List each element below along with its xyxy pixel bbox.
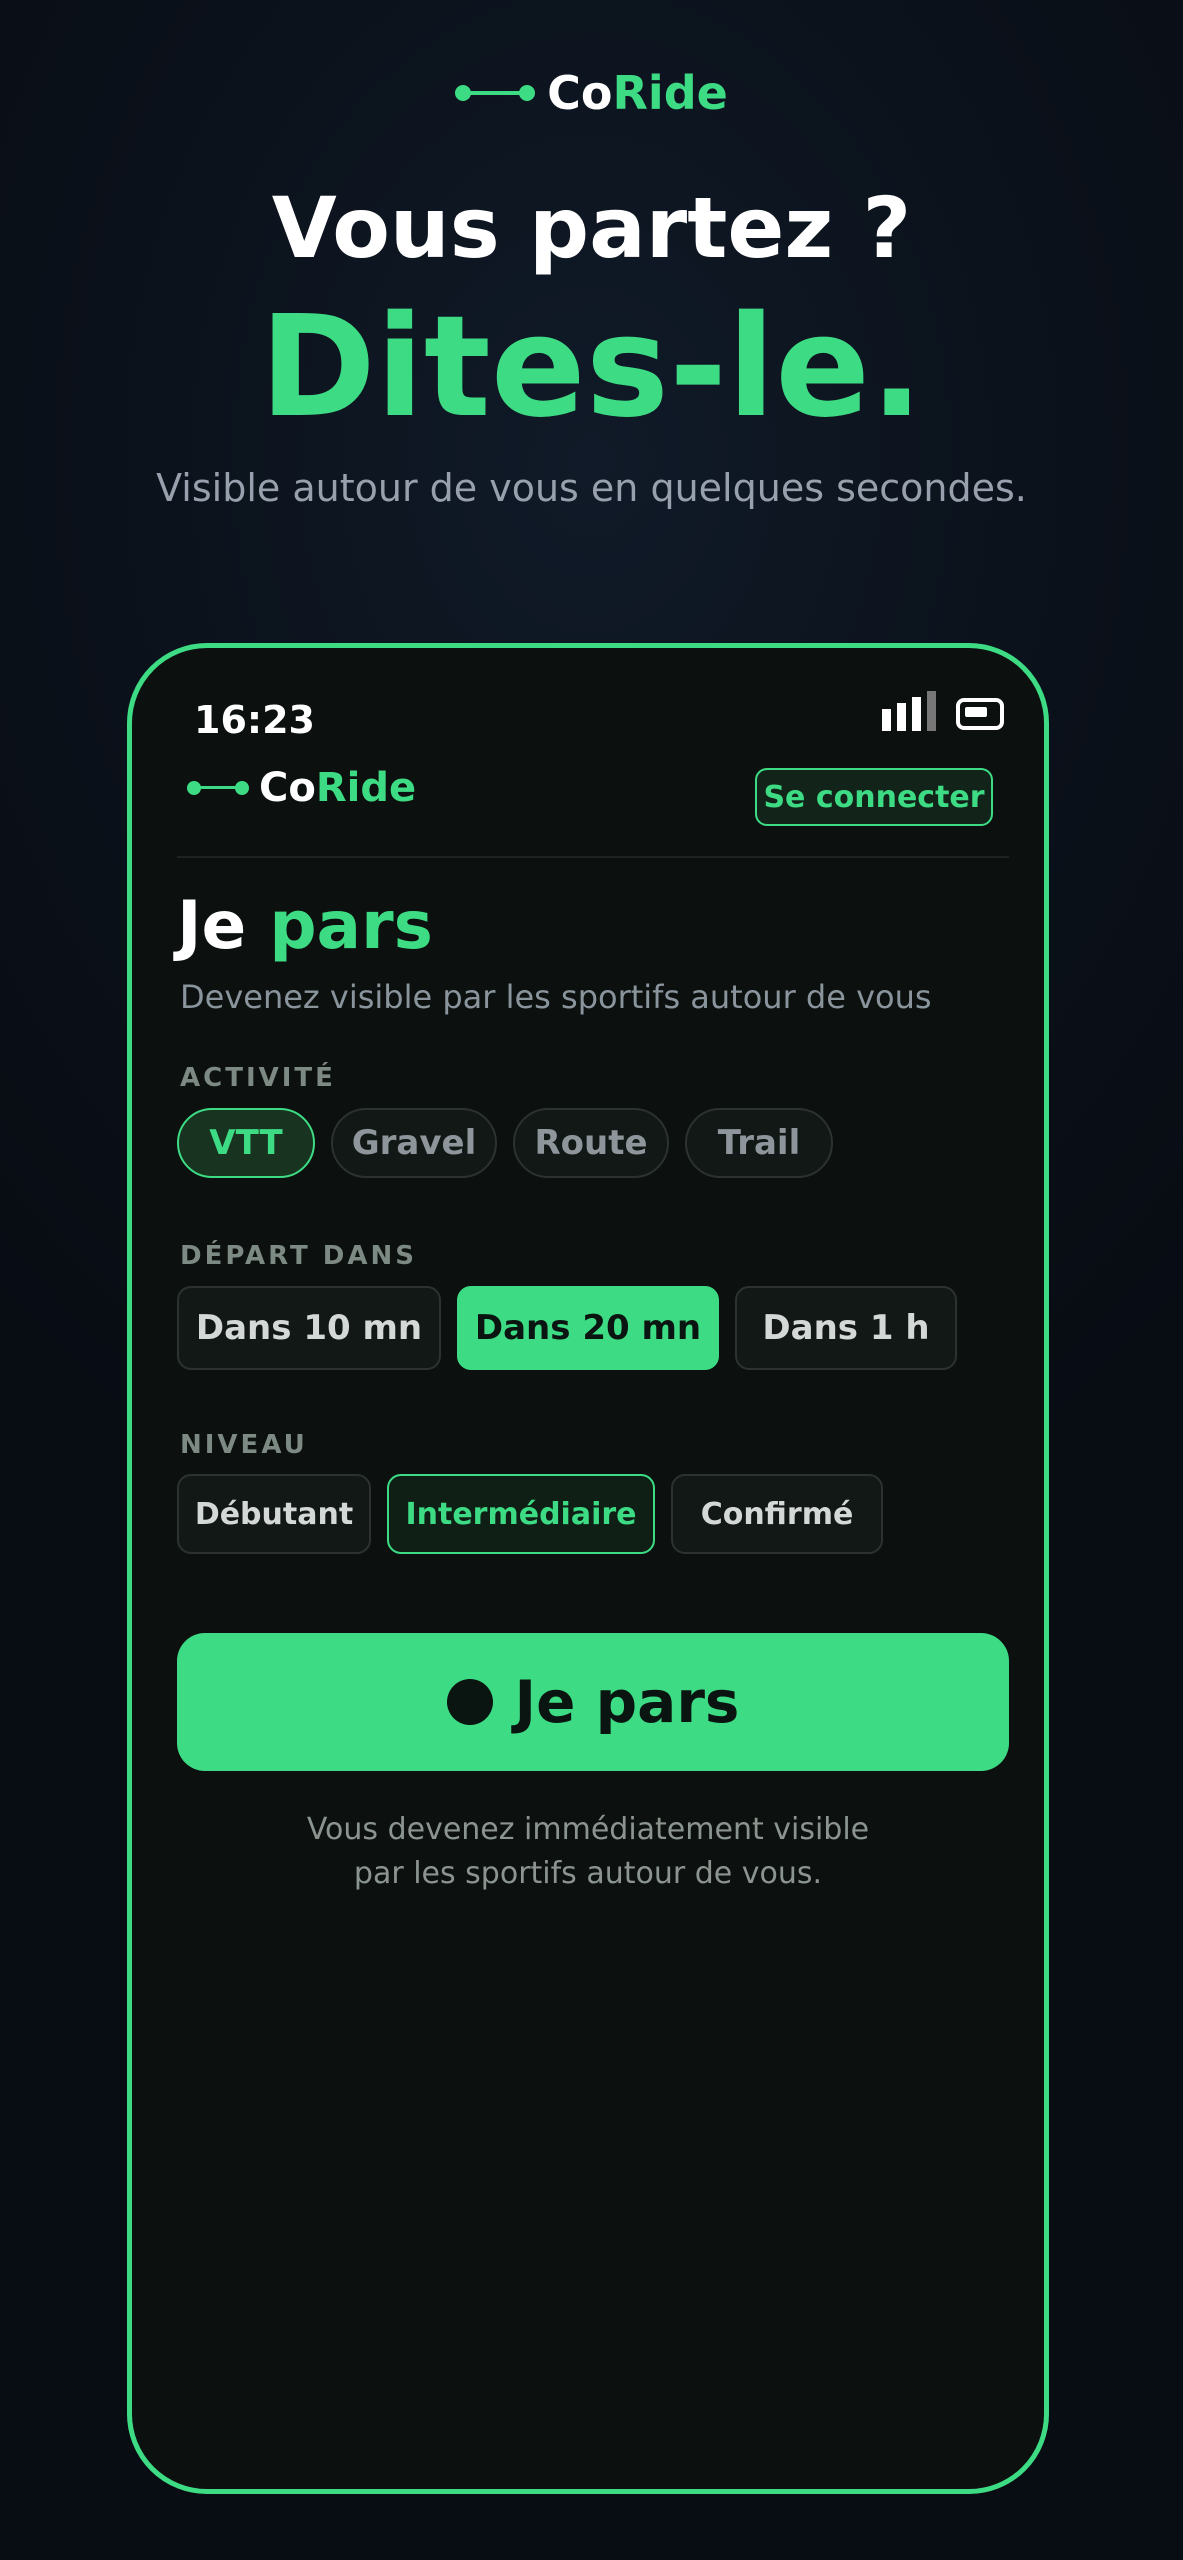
- visibility-note: Vous devenez immédiatement visible par l…: [132, 1808, 1044, 1896]
- visibility-note-line2: par les sportifs autour de vous.: [353, 1856, 823, 1891]
- connected-dots-icon: [187, 776, 249, 800]
- hero-title-line1: Vous partez ?: [271, 179, 912, 277]
- departure-options: Dans 10 mn Dans 20 mn Dans 1 h: [177, 1286, 957, 1370]
- departure-option-1h[interactable]: Dans 1 h: [735, 1286, 957, 1370]
- je-pars-button-label: Je pars: [514, 1668, 740, 1736]
- level-label: NIVEAU: [180, 1430, 308, 1460]
- activity-option-gravel[interactable]: Gravel: [331, 1108, 497, 1178]
- activity-option-vtt[interactable]: VTT: [177, 1108, 315, 1178]
- departure-option-10mn[interactable]: Dans 10 mn: [177, 1286, 441, 1370]
- brand-logo: CoRide: [0, 70, 1183, 116]
- signal-bars-icon: [882, 691, 936, 731]
- level-options: Débutant Intermédiaire Confirmé: [177, 1474, 883, 1554]
- activity-option-route[interactable]: Route: [513, 1108, 669, 1178]
- visibility-note-line1: Vous devenez immédiatement visible: [306, 1812, 870, 1847]
- login-button[interactable]: Se connecter: [755, 768, 993, 826]
- activity-label: ACTIVITÉ: [180, 1063, 336, 1093]
- level-option-intermediaire[interactable]: Intermédiaire: [387, 1474, 655, 1554]
- status-time: 16:23: [194, 698, 315, 742]
- page-title: Je pars: [177, 887, 433, 964]
- phone-mockup: 16:23 CoRide Se connecter Je pars Devene…: [127, 643, 1049, 2494]
- level-option-debutant[interactable]: Débutant: [177, 1474, 371, 1554]
- app-logo[interactable]: CoRide: [187, 768, 416, 808]
- page-subtitle: Devenez visible par les sportifs autour …: [180, 978, 932, 1016]
- connected-dots-icon: [455, 78, 536, 108]
- je-pars-button[interactable]: Je pars: [177, 1633, 1009, 1771]
- hero-title-line2: Dites-le.: [259, 286, 924, 449]
- header-divider: [177, 856, 1009, 858]
- activity-options: VTT Gravel Route Trail: [177, 1108, 833, 1178]
- departure-option-20mn[interactable]: Dans 20 mn: [457, 1286, 719, 1370]
- hero-subtitle: Visible autour de vous en quelques secon…: [156, 466, 1027, 510]
- level-option-confirme[interactable]: Confirmé: [671, 1474, 883, 1554]
- record-dot-icon: [446, 1679, 493, 1725]
- departure-label: DÉPART DANS: [180, 1241, 417, 1271]
- activity-option-trail[interactable]: Trail: [685, 1108, 833, 1178]
- app-brand-name: CoRide: [259, 765, 417, 811]
- battery-icon: [956, 698, 1004, 730]
- brand-name: CoRide: [547, 66, 728, 120]
